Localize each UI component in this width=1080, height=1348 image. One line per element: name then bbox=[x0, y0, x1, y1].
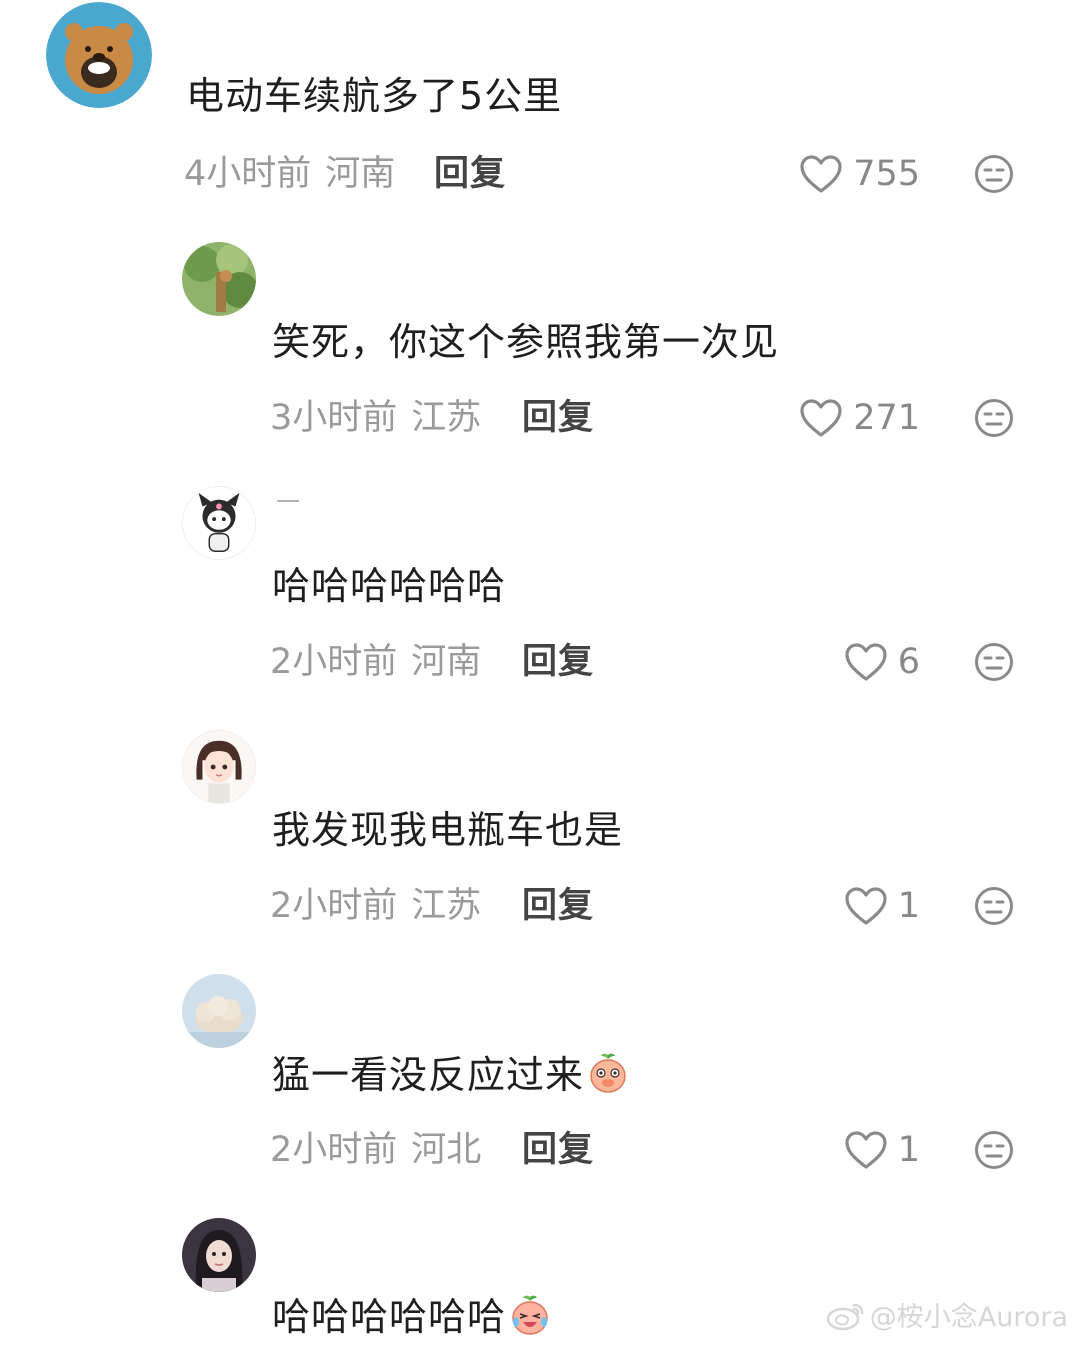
comment-text: 哈哈哈哈哈哈 bbox=[272, 1292, 552, 1341]
reply-button[interactable]: 回复 bbox=[522, 1128, 594, 1172]
comment-meta: 3小时前 江苏 bbox=[270, 396, 481, 440]
like-button[interactable]: 755 bbox=[799, 152, 920, 196]
peach-crying-laughing-emoji-icon bbox=[512, 1295, 548, 1335]
comment-time: 3小时前 bbox=[270, 398, 398, 438]
comment-list-page: 电动车续航多了5公里 4小时前 河南 回复 755 笑死，你这个参照我第一次见 … bbox=[0, 0, 1080, 1348]
avatar[interactable] bbox=[182, 486, 256, 560]
like-button[interactable]: 1 bbox=[844, 884, 920, 928]
reply-button[interactable]: 回复 bbox=[522, 640, 594, 684]
woman-photo-avatar-image bbox=[182, 1218, 256, 1292]
peach-crying-laughing-emoji bbox=[508, 1292, 552, 1336]
like-button[interactable]: 1 bbox=[844, 1128, 920, 1172]
comment-region: 河北 bbox=[411, 1130, 482, 1170]
comment-text: 我发现我电瓶车也是 bbox=[272, 808, 624, 852]
avatar[interactable] bbox=[46, 2, 152, 108]
comment-region: 江苏 bbox=[411, 398, 482, 438]
heart-outline-icon bbox=[800, 155, 842, 193]
comment-text: 哈哈哈哈哈哈 bbox=[272, 564, 507, 608]
comment-text-content: 猛一看没反应过来 bbox=[272, 1053, 585, 1097]
dislike-button[interactable] bbox=[974, 398, 1014, 438]
comment-region: 江苏 bbox=[411, 886, 482, 926]
peach-covering-mouth-emoji bbox=[586, 1050, 630, 1094]
like-button[interactable]: 271 bbox=[799, 396, 920, 440]
comment-time: 4小时前 bbox=[184, 154, 312, 194]
meh-face-icon bbox=[975, 643, 1013, 681]
comment-meta: 4小时前 河南 bbox=[184, 152, 395, 196]
like-count: 6 bbox=[897, 642, 920, 682]
comment-region: 河南 bbox=[411, 642, 482, 682]
heart-outline-icon bbox=[800, 399, 842, 437]
reply-comment-item: 我发现我电瓶车也是 2小时前 江苏 回复 1 bbox=[0, 726, 1080, 946]
like-button[interactable]: 6 bbox=[844, 640, 920, 684]
username: 一 bbox=[276, 488, 300, 516]
comment-text-content: 哈哈哈哈哈哈 bbox=[272, 1295, 507, 1339]
heart-outline-icon bbox=[845, 643, 887, 681]
like-count: 1 bbox=[897, 1130, 920, 1170]
bear-cartoon-avatar-image bbox=[46, 2, 152, 108]
like-count: 1 bbox=[897, 886, 920, 926]
comment-meta: 2小时前 河北 bbox=[270, 1128, 481, 1172]
avatar[interactable] bbox=[182, 1218, 256, 1292]
comment-region: 河南 bbox=[325, 154, 396, 194]
comment-text: 笑死，你这个参照我第一次见 bbox=[272, 320, 780, 364]
comment-meta: 2小时前 江苏 bbox=[270, 884, 481, 928]
reply-button[interactable]: 回复 bbox=[434, 152, 506, 196]
meh-face-icon bbox=[975, 155, 1013, 193]
comment-meta: 2小时前 河南 bbox=[270, 640, 481, 684]
reply-comment-item: 猛一看没反应过来 2小时前 河北 回复 1 bbox=[0, 970, 1080, 1190]
dislike-button[interactable] bbox=[974, 154, 1014, 194]
reply-button[interactable]: 回复 bbox=[522, 884, 594, 928]
watermark-text: @桉小念Aurora bbox=[869, 1302, 1068, 1333]
peach-covering-mouth-emoji-icon bbox=[590, 1053, 626, 1093]
cloud-sheep-avatar-image bbox=[182, 974, 256, 1048]
comment-text: 猛一看没反应过来 bbox=[272, 1050, 630, 1099]
comment-time: 2小时前 bbox=[270, 642, 398, 682]
comment-text: 电动车续航多了5公里 bbox=[186, 74, 563, 118]
heart-outline-icon bbox=[845, 887, 887, 925]
heart-outline-icon bbox=[845, 1131, 887, 1169]
reply-button[interactable]: 回复 bbox=[522, 396, 594, 440]
comment-item: 电动车续航多了5公里 4小时前 河南 回复 755 bbox=[0, 0, 1080, 220]
comment-time: 2小时前 bbox=[270, 886, 398, 926]
girl-illustration-avatar-image bbox=[183, 731, 255, 803]
dislike-button[interactable] bbox=[974, 642, 1014, 682]
like-count: 271 bbox=[853, 398, 920, 438]
reply-comment-item: 笑死，你这个参照我第一次见 3小时前 江苏 回复 271 bbox=[0, 238, 1080, 458]
comment-time: 2小时前 bbox=[270, 1130, 398, 1170]
kuromi-cartoon-avatar-image bbox=[183, 487, 255, 559]
avatar[interactable] bbox=[182, 730, 256, 804]
like-count: 755 bbox=[853, 154, 920, 194]
tree-photo-avatar-image bbox=[182, 242, 256, 316]
meh-face-icon bbox=[975, 887, 1013, 925]
meh-face-icon bbox=[975, 399, 1013, 437]
dislike-button[interactable] bbox=[974, 886, 1014, 926]
watermark: @桉小念Aurora bbox=[826, 1295, 1068, 1334]
avatar[interactable] bbox=[182, 242, 256, 316]
weibo-logo-icon bbox=[826, 1303, 863, 1330]
meh-face-icon bbox=[975, 1131, 1013, 1169]
avatar[interactable] bbox=[182, 974, 256, 1048]
reply-comment-item: 一 哈哈哈哈哈哈 2小时前 河南 回复 6 bbox=[0, 482, 1080, 702]
dislike-button[interactable] bbox=[974, 1130, 1014, 1170]
